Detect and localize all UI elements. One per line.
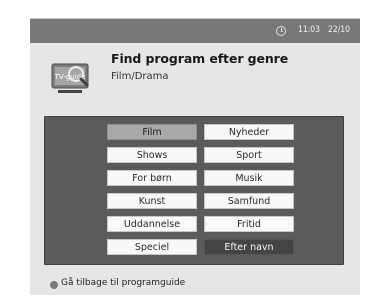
clock-icon: [276, 26, 286, 36]
back-to-guide-hint[interactable]: Gå tilbage til programguide: [61, 278, 185, 288]
genre-button-efter-navn[interactable]: Efter navn: [204, 239, 294, 255]
tv-guide-logo-icon: TV-guide: [51, 63, 89, 93]
genre-grid: Film Shows For børn Kunst Uddannelse Spe…: [44, 116, 344, 265]
status-bar: 11:03 22/10: [30, 19, 360, 43]
page-title: Find program efter genre: [111, 51, 289, 66]
genre-button-musik[interactable]: Musik: [204, 170, 294, 186]
genre-button-film[interactable]: Film: [107, 124, 197, 140]
genre-button-samfund[interactable]: Samfund: [204, 193, 294, 209]
genre-button-for-born[interactable]: For børn: [107, 170, 197, 186]
genre-button-nyheder[interactable]: Nyheder: [204, 124, 294, 140]
genre-button-uddannelse[interactable]: Uddannelse: [107, 216, 197, 232]
status-time: 11:03: [298, 25, 321, 35]
selected-genre-subtitle: Film/Drama: [111, 71, 169, 82]
tv-guide-screen: 11:03 22/10 TV-guide Find program efter …: [30, 18, 360, 295]
genre-button-sport[interactable]: Sport: [204, 147, 294, 163]
genre-button-kunst[interactable]: Kunst: [107, 193, 197, 209]
genre-button-speciel[interactable]: Speciel: [107, 239, 197, 255]
status-date: 22/10: [328, 25, 351, 35]
back-key-icon: [50, 281, 58, 289]
genre-button-fritid[interactable]: Fritid: [204, 216, 294, 232]
genre-button-shows[interactable]: Shows: [107, 147, 197, 163]
